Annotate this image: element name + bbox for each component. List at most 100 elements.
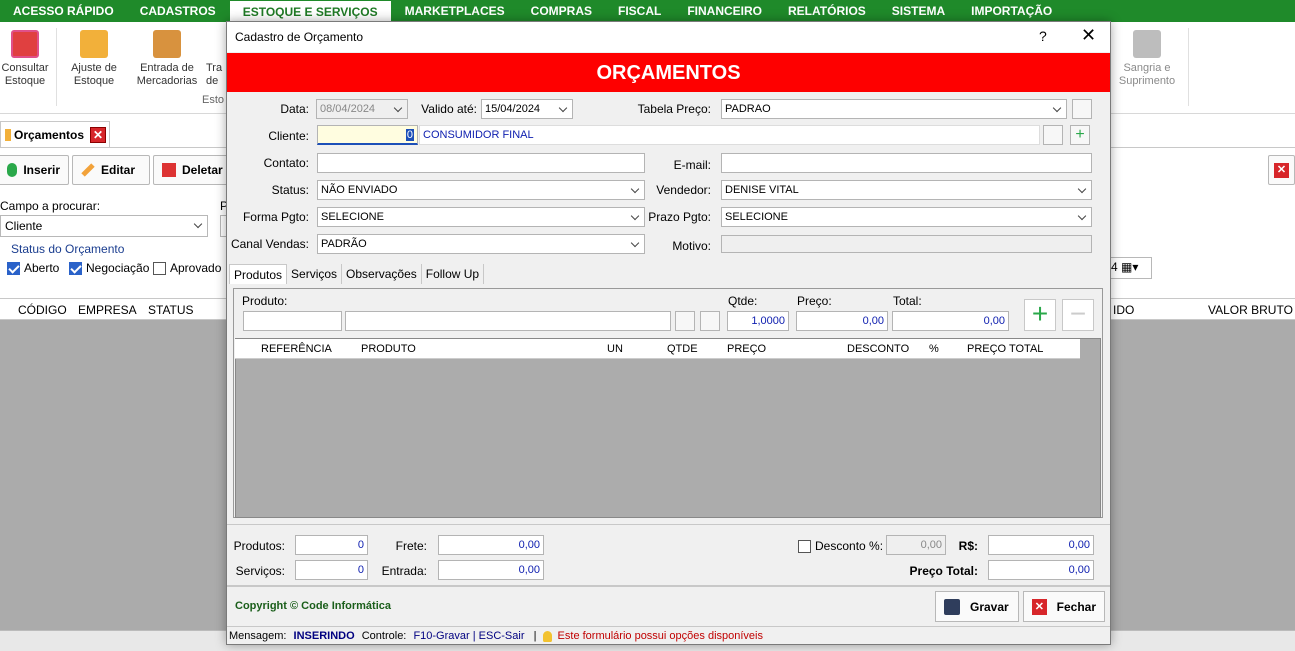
fechar-button[interactable]: ✕ Fechar: [1023, 591, 1105, 622]
transferencia-button[interactable]: Tra de: [206, 30, 226, 88]
prazo-pgto-select[interactable]: SELECIONE: [721, 207, 1092, 227]
desconto-percent-field[interactable]: 0,00: [886, 535, 946, 555]
checkbox-checked-icon: [7, 262, 20, 276]
status-label: Status:: [271, 183, 309, 197]
tab-servicos[interactable]: Serviços: [287, 264, 343, 284]
dialog-status-bar: Mensagem: INSERINDO Controle: F10-Gravar…: [227, 626, 1110, 645]
motivo-label: Motivo:: [672, 239, 711, 253]
transfer-icon: [206, 30, 226, 58]
menu-acesso-rapido[interactable]: ACESSO RÁPIDO: [0, 0, 127, 22]
data-field[interactable]: 08/04/2024: [316, 99, 408, 119]
col-status[interactable]: STATUS: [148, 303, 194, 317]
col-codigo[interactable]: CÓDIGO: [18, 303, 67, 317]
valido-label: Valido até:: [421, 102, 477, 116]
tab-produtos[interactable]: Produtos: [229, 264, 288, 284]
col-qtde[interactable]: QTDE: [667, 343, 698, 355]
col-percent[interactable]: %: [929, 343, 939, 355]
close-dialog-button[interactable]: ✕: [1081, 25, 1096, 46]
status-aprovado-checkbox[interactable]: Aprovado: [153, 261, 221, 276]
hint-text: Este formulário possui opções disponívei…: [557, 630, 763, 642]
search-client-icon[interactable]: [1043, 125, 1063, 145]
barcode-icon[interactable]: [700, 311, 720, 331]
col-un[interactable]: UN: [607, 343, 623, 355]
checkbox-icon: [153, 262, 166, 276]
desconto-checkbox[interactable]: Desconto %:: [798, 539, 883, 554]
servicos-count-label: Serviços:: [235, 564, 285, 578]
date-filter[interactable]: 4 ▦▾: [1108, 257, 1152, 279]
vendedor-label: Vendedor:: [656, 183, 711, 197]
orcamentos-doc-tab[interactable]: Orçamentos ✕: [0, 121, 110, 147]
col-preco[interactable]: PREÇO: [727, 343, 766, 355]
cliente-code-field[interactable]: 0: [317, 125, 418, 145]
tabela-preco-select[interactable]: PADRAO: [721, 99, 1067, 119]
cart-icon: [80, 30, 108, 58]
consultar-estoque-button[interactable]: Consultar Estoque: [0, 30, 50, 88]
canal-vendas-select[interactable]: PADRÃO: [317, 234, 645, 254]
dialog-tabs: Produtos Serviços Observações Follow Up: [229, 264, 485, 284]
menu-importacao[interactable]: IMPORTAÇÃO: [958, 0, 1065, 22]
col-ido[interactable]: IDO: [1113, 303, 1134, 317]
add-client-icon[interactable]: +: [1070, 125, 1090, 145]
menu-financeiro[interactable]: FINANCEIRO: [674, 0, 775, 22]
calculator-icon[interactable]: [1072, 99, 1092, 119]
menu-compras[interactable]: COMPRAS: [518, 0, 605, 22]
preco-total-label: Preço Total:: [909, 564, 978, 578]
forma-pgto-select[interactable]: SELECIONE: [317, 207, 645, 227]
contato-field[interactable]: [317, 153, 645, 173]
items-grid-header: REFERÊNCIA PRODUTO UN QTDE PREÇO DESCONT…: [235, 339, 1080, 359]
help-button[interactable]: ?: [1039, 28, 1047, 44]
menu-sistema[interactable]: SISTEMA: [879, 0, 958, 22]
menu-fiscal[interactable]: FISCAL: [605, 0, 674, 22]
remove-item-button[interactable]: −: [1062, 299, 1094, 331]
col-produto[interactable]: PRODUTO: [361, 343, 416, 355]
add-item-button[interactable]: +: [1024, 299, 1056, 331]
tab-observacoes[interactable]: Observações: [342, 264, 422, 284]
status-negociacao-checkbox[interactable]: Negociação: [69, 261, 149, 276]
produto-name-field[interactable]: [345, 311, 671, 331]
total-field[interactable]: 0,00: [892, 311, 1009, 331]
valido-field[interactable]: 15/04/2024: [481, 99, 573, 119]
col-empresa[interactable]: EMPRESA: [78, 303, 137, 317]
frete-field[interactable]: 0,00: [438, 535, 544, 555]
dialog-title: Cadastro de Orçamento: [235, 30, 364, 44]
email-field[interactable]: [721, 153, 1092, 173]
campo-select[interactable]: Cliente: [0, 215, 208, 237]
cash-register-icon: [11, 30, 39, 58]
menu-estoque-servicos[interactable]: ESTOQUE E SERVIÇOS: [228, 0, 392, 22]
entrada-mercadorias-button[interactable]: Entrada de Mercadorias: [134, 30, 200, 88]
col-valor-bruto[interactable]: VALOR BRUTO: [1208, 303, 1293, 317]
doc-tab-label: Orçamentos: [14, 127, 85, 142]
motivo-field[interactable]: [721, 235, 1092, 253]
entrada-field[interactable]: 0,00: [438, 560, 544, 580]
status-select[interactable]: NÃO ENVIADO: [317, 180, 645, 200]
vendedor-select[interactable]: DENISE VITAL: [721, 180, 1092, 200]
col-preco-total[interactable]: PREÇO TOTAL: [967, 343, 1043, 355]
menu-cadastros[interactable]: CADASTROS: [127, 0, 229, 22]
status-aberto-checkbox[interactable]: Aberto: [7, 261, 59, 276]
preco-field[interactable]: 0,00: [796, 311, 888, 331]
rs-label: R$:: [958, 539, 978, 553]
gravar-button[interactable]: Gravar: [935, 591, 1019, 622]
produto-code-field[interactable]: [243, 311, 342, 331]
col-referencia[interactable]: REFERÊNCIA: [261, 343, 332, 355]
deletar-button[interactable]: Deletar: [153, 155, 233, 185]
rs-field[interactable]: 0,00: [988, 535, 1094, 555]
menu-relatorios[interactable]: RELATÓRIOS: [775, 0, 879, 22]
inserir-button[interactable]: Inserir: [0, 155, 69, 185]
close-icon: ✕: [1032, 598, 1047, 615]
dollar-icon: [1133, 30, 1161, 58]
cliente-name-field[interactable]: CONSUMIDOR FINAL: [419, 125, 1040, 145]
ajuste-estoque-button[interactable]: Ajuste de Estoque: [66, 30, 122, 88]
lightbulb-icon: [543, 630, 553, 642]
sangria-suprimento-button[interactable]: Sangria e Suprimento: [1116, 30, 1178, 88]
search-product-icon[interactable]: [675, 311, 695, 331]
menu-marketplaces[interactable]: MARKETPLACES: [392, 0, 518, 22]
main-menu: ACESSO RÁPIDO CADASTROS ESTOQUE E SERVIÇ…: [0, 0, 1295, 22]
col-desconto[interactable]: DESCONTO: [847, 343, 909, 355]
ribbon-separator: [56, 28, 57, 106]
close-list-button[interactable]: ✕: [1268, 155, 1295, 185]
tab-follow-up[interactable]: Follow Up: [421, 264, 485, 284]
qtde-field[interactable]: 1,0000: [727, 311, 789, 331]
editar-button[interactable]: Editar: [72, 155, 150, 185]
close-tab-icon[interactable]: ✕: [90, 126, 107, 143]
